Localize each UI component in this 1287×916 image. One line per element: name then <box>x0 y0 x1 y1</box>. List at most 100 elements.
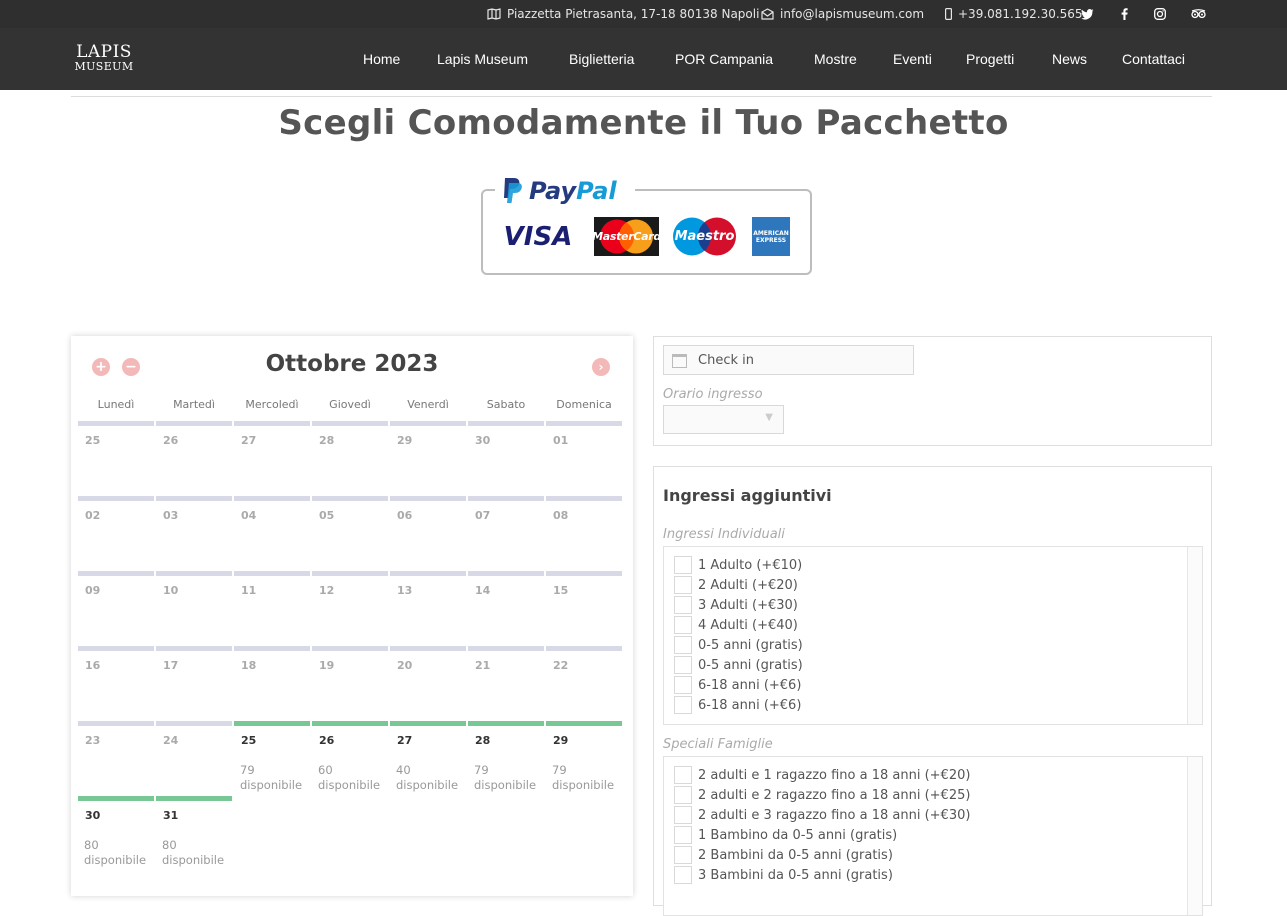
option-checkbox[interactable] <box>674 786 692 804</box>
tripadvisor-icon[interactable] <box>1188 0 1208 28</box>
email-link[interactable]: info@lapismuseum.com <box>780 7 924 21</box>
facebook-icon[interactable] <box>1114 0 1134 28</box>
option-label: 1 Bambino da 0-5 anni (gratis) <box>698 827 898 843</box>
phone-icon <box>945 8 952 20</box>
ticket-option[interactable]: 1 Adulto (+€10) <box>674 555 802 575</box>
calendar-day[interactable]: 28 79 disponibile <box>468 721 544 794</box>
phone-link[interactable]: +39.081.192.30.565 <box>958 7 1083 21</box>
availability-bar <box>234 421 310 426</box>
page-title: Scegli Comodamente il Tuo Pacchetto <box>278 103 1009 143</box>
phone-info[interactable]: +39.081.192.30.565 <box>945 0 1083 28</box>
availability-bar <box>234 646 310 651</box>
nav-lapis-museum[interactable]: Lapis Museum <box>437 28 528 90</box>
calendar-day: 25 <box>78 421 154 494</box>
availability-bar <box>234 496 310 501</box>
nav-mostre[interactable]: Mostre <box>814 28 857 90</box>
calendar-day: 17 <box>156 646 232 719</box>
availability-bar <box>156 796 232 801</box>
option-checkbox[interactable] <box>674 696 692 714</box>
ticket-option[interactable]: 2 adulti e 2 ragazzo fino a 18 anni (+€2… <box>674 785 970 805</box>
availability-bar <box>312 646 388 651</box>
availability-bar <box>78 421 154 426</box>
option-checkbox[interactable] <box>674 656 692 674</box>
nav-por-campania[interactable]: POR Campania <box>675 28 773 90</box>
day-number: 02 <box>85 509 101 522</box>
option-checkbox[interactable] <box>674 846 692 864</box>
day-number: 23 <box>85 734 101 747</box>
option-checkbox[interactable] <box>674 826 692 844</box>
calendar-day: 23 <box>78 721 154 794</box>
day-number: 29 <box>553 734 569 747</box>
day-number: 28 <box>319 434 335 447</box>
option-label: 4 Adulti (+€40) <box>698 617 798 633</box>
option-checkbox[interactable] <box>674 616 692 634</box>
option-checkbox[interactable] <box>674 576 692 594</box>
option-checkbox[interactable] <box>674 866 692 884</box>
availability-bar <box>390 421 466 426</box>
twitter-icon[interactable] <box>1077 0 1097 28</box>
ticket-option[interactable]: 0-5 anni (gratis) <box>674 635 803 655</box>
availability-bar <box>468 496 544 501</box>
calendar-day[interactable]: 30 80 disponibile <box>78 796 154 869</box>
availability-bar <box>468 571 544 576</box>
orario-label: Orario ingresso <box>663 387 763 402</box>
day-number: 17 <box>163 659 179 672</box>
ticket-option[interactable]: 0-5 anni (gratis) <box>674 655 803 675</box>
chevron-down-icon: ▼ <box>765 412 773 423</box>
ticket-option[interactable]: 3 Adulti (+€30) <box>674 595 798 615</box>
ticket-option[interactable]: 2 Bambini da 0-5 anni (gratis) <box>674 845 893 865</box>
ticket-option[interactable]: 6-18 anni (+€6) <box>674 695 801 715</box>
nav-contattaci[interactable]: Contattaci <box>1122 28 1185 90</box>
nav-home[interactable]: Home <box>363 28 400 90</box>
instagram-icon[interactable] <box>1150 0 1170 28</box>
calendar-day: 29 <box>390 421 466 494</box>
ticket-option[interactable]: 3 Bambini da 0-5 anni (gratis) <box>674 865 893 885</box>
amex-text: AMERICAN EXPRESS <box>753 229 789 244</box>
email-info[interactable]: info@lapismuseum.com <box>761 0 924 28</box>
option-checkbox[interactable] <box>674 676 692 694</box>
calendar-day[interactable]: 25 79 disponibile <box>234 721 310 794</box>
ticket-option[interactable]: 2 adulti e 1 ragazzo fino a 18 anni (+€2… <box>674 765 970 785</box>
calendar-day[interactable]: 27 40 disponibile <box>390 721 466 794</box>
orario-select[interactable]: ▼ <box>663 405 784 434</box>
next-month-button[interactable]: › <box>592 358 610 376</box>
site-logo[interactable]: LAPIS MUSEUM <box>71 44 137 73</box>
calendar-day: 24 <box>156 721 232 794</box>
day-number: 27 <box>397 734 413 747</box>
nav-progetti[interactable]: Progetti <box>966 28 1014 90</box>
option-checkbox[interactable] <box>674 556 692 574</box>
calendar-day: 15 <box>546 571 622 644</box>
ticket-option[interactable]: 4 Adulti (+€40) <box>674 615 798 635</box>
scrollbar[interactable] <box>1187 547 1202 724</box>
paypal-text-pal: Pal <box>576 177 617 205</box>
calendar-day: 04 <box>234 496 310 569</box>
availability-bar <box>312 421 388 426</box>
calendar-day: 21 <box>468 646 544 719</box>
option-checkbox[interactable] <box>674 596 692 614</box>
ticket-option[interactable]: 6-18 anni (+€6) <box>674 675 801 695</box>
calendar-day[interactable]: 26 60 disponibile <box>312 721 388 794</box>
availability-bar <box>468 646 544 651</box>
checkin-panel: Check in Orario ingresso ▼ <box>653 336 1212 446</box>
calendar-day: 02 <box>78 496 154 569</box>
nav-news[interactable]: News <box>1052 28 1087 90</box>
availability-bar <box>234 721 310 726</box>
option-checkbox[interactable] <box>674 806 692 824</box>
availability-number: 79 <box>552 763 567 777</box>
day-number: 25 <box>85 434 101 447</box>
ticket-option[interactable]: 2 Adulti (+€20) <box>674 575 798 595</box>
option-checkbox[interactable] <box>674 766 692 784</box>
nav-eventi[interactable]: Eventi <box>893 28 932 90</box>
day-number: 12 <box>319 584 335 597</box>
ticket-option[interactable]: 1 Bambino da 0-5 anni (gratis) <box>674 825 897 845</box>
option-checkbox[interactable] <box>674 636 692 654</box>
availability-number: 40 <box>396 763 411 777</box>
ticket-option[interactable]: 2 adulti e 3 ragazzo fino a 18 anni (+€3… <box>674 805 970 825</box>
availability-label: disponibile <box>84 853 147 867</box>
calendar-day[interactable]: 31 80 disponibile <box>156 796 232 869</box>
scrollbar[interactable] <box>1187 757 1202 915</box>
nav-biglietteria[interactable]: Biglietteria <box>569 28 634 90</box>
checkin-field[interactable]: Check in <box>663 345 914 375</box>
availability-label: disponibile <box>396 778 459 792</box>
calendar-day[interactable]: 29 79 disponibile <box>546 721 622 794</box>
